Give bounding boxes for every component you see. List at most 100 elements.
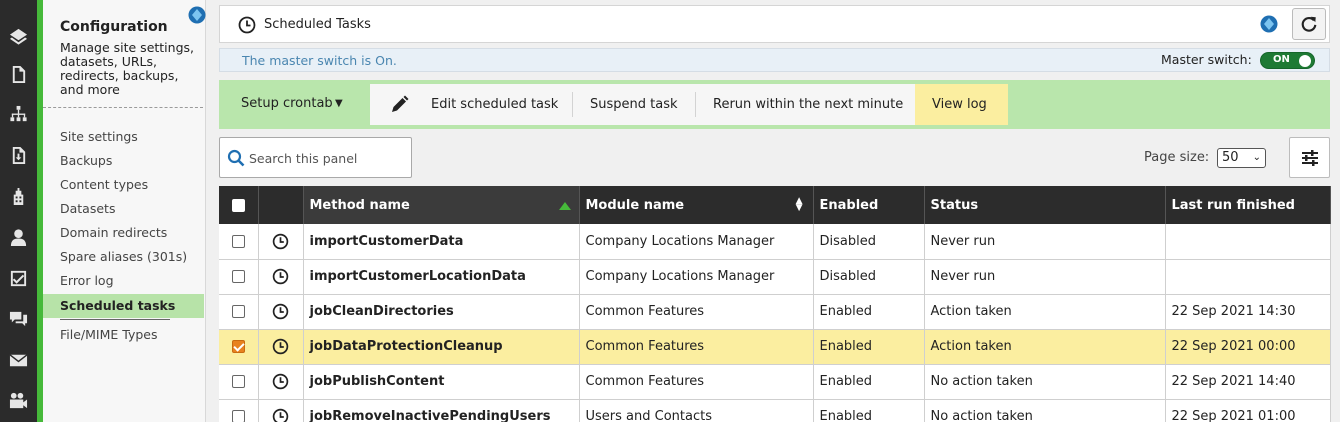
- module-name-cell: Company Locations Manager: [579, 224, 814, 260]
- download-doc-icon[interactable]: [8, 145, 29, 166]
- clock-icon: [272, 338, 289, 355]
- sitemap-icon[interactable]: [8, 104, 29, 125]
- row-checkbox[interactable]: [231, 270, 245, 283]
- clock-icon: [272, 408, 289, 422]
- setup-crontab-button[interactable]: Setup crontab ▼: [219, 80, 370, 129]
- config-panel: Configuration Manage site settings, data…: [43, 0, 206, 422]
- module-name-cell: Common Features: [579, 294, 814, 330]
- search-input[interactable]: [249, 147, 407, 169]
- suspend-task-button[interactable]: Suspend task: [590, 84, 678, 125]
- row-checkbox[interactable]: [231, 340, 245, 353]
- last-run-cell: 22 Sep 2021 14:40: [1165, 364, 1331, 400]
- pencil-icon: [392, 95, 409, 112]
- help-gem-icon[interactable]: [188, 6, 206, 24]
- table-row[interactable]: importCustomerData Company Locations Man…: [219, 224, 1331, 260]
- layers-icon[interactable]: [8, 26, 29, 47]
- master-switch-message: The master switch is On.: [242, 53, 397, 68]
- row-icon-cell: [258, 364, 304, 400]
- master-switch-bar: The master switch is On. Master switch: …: [219, 48, 1330, 72]
- toolbar-separator: [695, 92, 696, 117]
- refresh-button[interactable]: [1292, 8, 1326, 40]
- nav-item-file-mime-types[interactable]: File/MIME Types: [43, 323, 204, 347]
- search-box: [219, 137, 412, 178]
- column-header-enabled[interactable]: Enabled: [813, 186, 925, 224]
- row-checkbox-cell: [219, 329, 259, 365]
- column-header-module[interactable]: Module name ▲ ▼: [579, 186, 814, 224]
- nav-item-error-log[interactable]: Error log: [43, 269, 204, 293]
- method-name-cell: jobCleanDirectories: [303, 294, 580, 330]
- nav-item-scheduled-tasks[interactable]: Scheduled tasks: [43, 294, 204, 318]
- table-row[interactable]: jobRemoveInactivePendingUsers Users and …: [219, 399, 1331, 422]
- column-header-method[interactable]: Method name: [303, 186, 580, 224]
- status-cell: Never run: [924, 224, 1166, 260]
- last-run-cell: [1165, 224, 1331, 260]
- document-icon[interactable]: [8, 64, 29, 85]
- page-size-select[interactable]: 50 ⌄: [1217, 148, 1266, 168]
- nav-item-datasets[interactable]: Datasets: [43, 197, 204, 221]
- module-name-cell: Users and Contacts: [579, 399, 814, 422]
- method-name-cell: jobDataProtectionCleanup: [303, 329, 580, 365]
- row-checkbox[interactable]: [231, 305, 245, 318]
- nav-item-content-types[interactable]: Content types: [43, 173, 204, 197]
- master-switch-label: Master switch:: [1161, 52, 1252, 67]
- scheduled-tasks-table: Method name Module name ▲ ▼ Enabled Status…: [219, 186, 1331, 422]
- column-header-last-run[interactable]: Last run finished: [1165, 186, 1331, 224]
- chat-icon[interactable]: [8, 309, 29, 330]
- clock-icon: [238, 16, 256, 34]
- nav-item-spare-aliases[interactable]: Spare aliases (301s): [43, 245, 204, 269]
- status-cell: Never run: [924, 259, 1166, 295]
- row-checkbox[interactable]: [231, 234, 245, 248]
- sort-icon: ▲ ▼: [795, 196, 803, 213]
- config-divider: [43, 107, 203, 108]
- toolbar-separator: [572, 92, 573, 117]
- building-icon[interactable]: [8, 186, 29, 207]
- toggle-knob: [1299, 55, 1311, 67]
- video-icon[interactable]: [8, 390, 29, 411]
- select-all-checkbox[interactable]: [231, 198, 245, 212]
- last-run-cell: [1165, 259, 1331, 295]
- row-checkbox-cell: [219, 224, 259, 260]
- edit-scheduled-task-button[interactable]: Edit scheduled task: [431, 84, 558, 125]
- view-log-button[interactable]: View log: [915, 84, 1008, 125]
- config-description: Manage site settings, datasets, URLs, re…: [60, 40, 194, 97]
- nav-item-site-settings[interactable]: Site settings: [43, 125, 204, 149]
- refresh-icon: [1301, 16, 1317, 32]
- status-cell: Action taken: [924, 329, 1166, 365]
- enabled-cell: Enabled: [813, 294, 925, 330]
- mail-icon[interactable]: [8, 350, 29, 371]
- page-size-value: 50: [1222, 150, 1239, 165]
- select-all-cell: [219, 186, 259, 224]
- method-name-cell: importCustomerData: [303, 224, 580, 260]
- table-row[interactable]: jobDataProtectionCleanup Common Features…: [219, 329, 1331, 365]
- nav-item-domain-redirects[interactable]: Domain redirects: [43, 221, 204, 245]
- table-row[interactable]: importCustomerLocationData Company Locat…: [219, 259, 1331, 295]
- user-icon[interactable]: [8, 227, 29, 248]
- icon-column-header: [258, 186, 304, 224]
- rerun-task-button[interactable]: Rerun within the next minute: [713, 84, 903, 125]
- module-name-cell: Company Locations Manager: [579, 259, 814, 295]
- row-icon-cell: [258, 294, 304, 330]
- module-name-cell: Common Features: [579, 329, 814, 365]
- main-area: Scheduled Tasks The master switch is On.…: [207, 0, 1340, 422]
- toggle-state-text: ON: [1273, 54, 1290, 65]
- table-row[interactable]: jobCleanDirectories Common Features Enab…: [219, 294, 1331, 330]
- row-checkbox-cell: [219, 399, 259, 422]
- last-run-cell: 22 Sep 2021 00:00: [1165, 329, 1331, 365]
- module-name-cell: Common Features: [579, 364, 814, 400]
- row-checkbox[interactable]: [231, 375, 245, 388]
- clock-icon: [272, 268, 289, 285]
- nav-item-backups[interactable]: Backups: [43, 149, 204, 173]
- sort-ascending-icon: [558, 202, 571, 210]
- checklist-icon[interactable]: [8, 268, 29, 289]
- row-checkbox[interactable]: [231, 410, 245, 422]
- filter-settings-button[interactable]: [1289, 137, 1330, 178]
- master-switch-toggle[interactable]: ON: [1260, 52, 1315, 69]
- enabled-cell: Disabled: [813, 224, 925, 260]
- row-icon-cell: [258, 329, 304, 365]
- table-row[interactable]: jobPublishContent Common Features Enable…: [219, 364, 1331, 400]
- row-icon-cell: [258, 399, 304, 422]
- column-header-label: Enabled: [819, 197, 879, 213]
- column-header-status[interactable]: Status: [924, 186, 1166, 224]
- help-gem-icon[interactable]: [1260, 15, 1278, 33]
- enabled-cell: Enabled: [813, 364, 925, 400]
